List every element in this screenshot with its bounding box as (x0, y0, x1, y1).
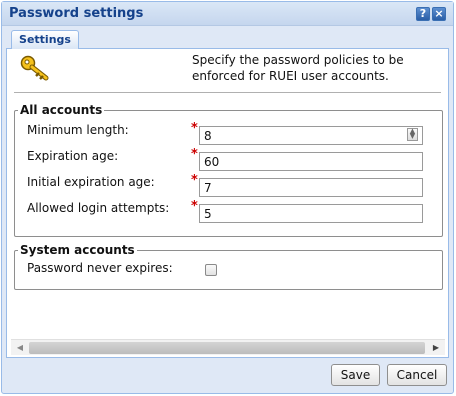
horizontal-scrollbar[interactable]: ◀ ▶ (11, 339, 445, 355)
settings-panel: Specify the password policies to be enfo… (6, 49, 449, 358)
save-button[interactable]: Save (331, 364, 380, 386)
dialog-title: Password settings (9, 6, 144, 21)
initial-expiration-age-field[interactable] (199, 178, 423, 197)
minimum-length-field[interactable] (199, 126, 423, 145)
title-bar[interactable]: Password settings ? × (2, 2, 453, 26)
intro-text: Specify the password policies to be enfo… (192, 53, 404, 83)
required-marker: * (191, 199, 198, 214)
key-icon (20, 55, 49, 81)
required-marker: * (191, 121, 198, 136)
cancel-button[interactable]: Cancel (387, 364, 447, 386)
divider (14, 92, 441, 93)
required-marker: * (191, 147, 198, 162)
password-never-expires-label: Password never expires: (27, 261, 173, 275)
system-accounts-legend: System accounts (20, 243, 135, 257)
password-settings-dialog: Password settings ? × Settings Specify t… (1, 1, 454, 394)
required-marker: * (191, 173, 198, 188)
allowed-login-attempts-field[interactable] (199, 204, 423, 223)
initial-expiration-age-label: Initial expiration age: (27, 175, 155, 189)
scroll-left-icon[interactable]: ◀ (13, 341, 27, 355)
allowed-login-attempts-label: Allowed login attempts: (27, 201, 170, 215)
spinner-icon[interactable]: ▲ ▼ (407, 128, 418, 141)
minimum-length-label: Minimum length: (27, 123, 129, 137)
close-icon[interactable]: × (432, 7, 446, 21)
expiration-age-label: Expiration age: (27, 149, 119, 163)
scrollbar-thumb[interactable] (29, 342, 425, 354)
help-icon[interactable]: ? (416, 7, 430, 21)
expiration-age-field[interactable] (199, 152, 423, 171)
password-never-expires-checkbox[interactable] (205, 264, 217, 276)
scroll-right-icon[interactable]: ▶ (429, 341, 443, 355)
all-accounts-legend: All accounts (20, 103, 103, 117)
tab-strip: Settings (6, 29, 449, 49)
tab-settings[interactable]: Settings (11, 30, 79, 49)
